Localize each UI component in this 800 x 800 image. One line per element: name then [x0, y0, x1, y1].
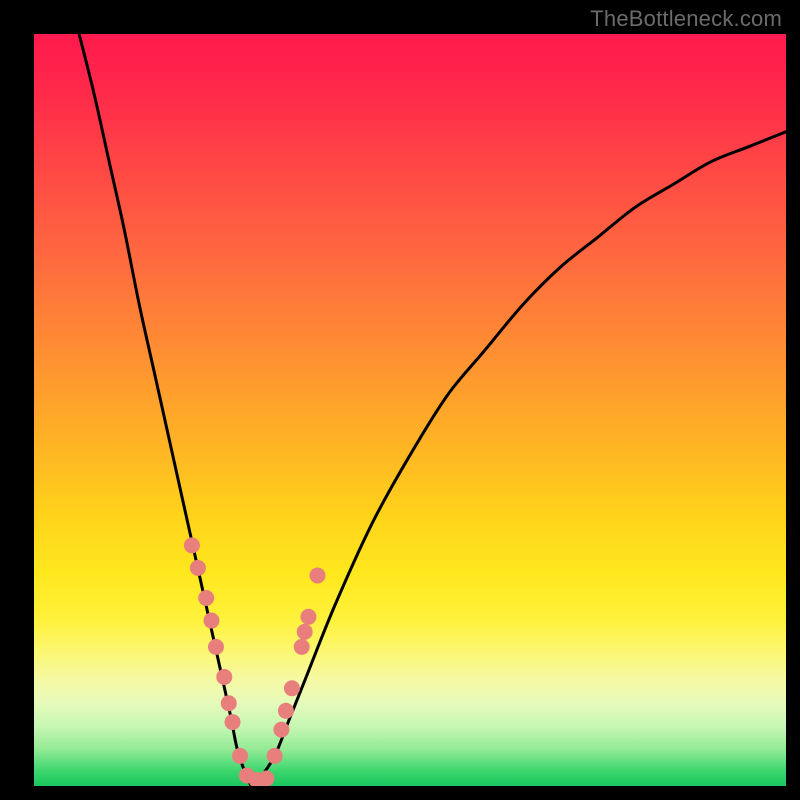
- highlight-dot: [284, 680, 300, 696]
- highlight-dot: [190, 560, 206, 576]
- bottleneck-curve: [79, 34, 786, 786]
- highlight-dot: [294, 639, 310, 655]
- highlight-dot: [297, 624, 313, 640]
- highlight-dot: [225, 714, 241, 730]
- highlight-dot: [198, 590, 214, 606]
- chart-frame: TheBottleneck.com: [0, 0, 800, 800]
- highlight-dot: [273, 722, 289, 738]
- highlight-dot: [216, 669, 232, 685]
- highlight-dot: [310, 567, 326, 583]
- highlight-dot: [232, 748, 248, 764]
- curve-layer: [34, 34, 786, 786]
- highlight-dot: [208, 639, 224, 655]
- highlight-dot: [203, 613, 219, 629]
- highlight-dot: [300, 609, 316, 625]
- plot-area: [34, 34, 786, 786]
- highlight-dot: [258, 770, 274, 786]
- watermark-text: TheBottleneck.com: [590, 6, 782, 32]
- highlight-dot: [267, 748, 283, 764]
- highlight-dot: [278, 703, 294, 719]
- highlight-dot: [184, 537, 200, 553]
- highlight-dot: [221, 695, 237, 711]
